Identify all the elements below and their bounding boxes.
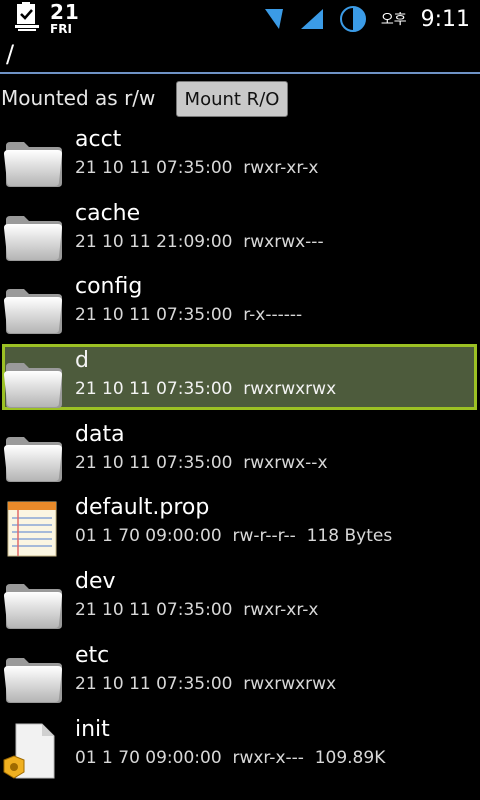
wifi-signal-icon (264, 9, 283, 29)
file-meta: 21 10 11 07:35:00 rwxr-xr-x (75, 158, 319, 178)
file-name: config (75, 274, 143, 300)
text-file-icon (2, 500, 64, 558)
file-name: acct (75, 127, 122, 152)
selection-highlight (2, 344, 477, 411)
folder-icon (2, 206, 64, 264)
date-widget: 21 FRI (50, 2, 80, 35)
file-row-d[interactable]: d 21 10 11 07:35:00 rwxrwxrwx (0, 344, 480, 421)
file-name: dev (75, 569, 116, 595)
path-bar: / (0, 38, 480, 72)
mount-row: Mounted as r/w Mount R/O (0, 76, 480, 122)
file-row-config[interactable]: config 21 10 11 07:35:00 r-x------ (0, 273, 480, 347)
file-name: d (75, 348, 89, 374)
folder-icon (2, 279, 64, 337)
file-row-dev[interactable]: dev 21 10 11 07:35:00 rwxr-xr-x (0, 568, 480, 642)
file-row-cache[interactable]: cache 21 10 11 21:09:00 rwxrwx--- (0, 200, 480, 274)
folder-icon (2, 353, 64, 411)
task-check-icon (15, 2, 39, 31)
path-divider (0, 72, 480, 74)
file-name: data (75, 421, 125, 447)
file-name: cache (75, 200, 141, 226)
current-path: / (6, 40, 15, 68)
file-name: etc (75, 642, 110, 668)
file-meta: 21 10 11 07:35:00 rwxr-xr-x (75, 600, 319, 621)
folder-icon (2, 132, 64, 190)
mount-status-label: Mounted as r/w (1, 86, 156, 110)
status-ampm: 오후 (380, 12, 407, 28)
file-name: init (75, 716, 110, 742)
status-bar-left: 21 FRI (14, 2, 80, 35)
battery-icon (339, 6, 366, 32)
status-bar: 21 FRI 오후 9:11 (0, 0, 480, 38)
executable-file-icon (2, 722, 64, 780)
file-list: acct 21 10 11 07:35:00 rwxr-xr-x cache 21 … (0, 126, 480, 789)
file-meta: 01 1 70 09:00:00 rwxr-x--- 109.89K (75, 747, 386, 768)
file-meta: 21 10 11 21:09:00 rwxrwx--- (75, 231, 324, 252)
folder-icon (2, 574, 64, 632)
file-row-data[interactable]: data 21 10 11 07:35:00 rwxrwx--x (0, 421, 480, 495)
file-row-init[interactable]: init 01 1 70 09:00:00 rwxr-x--- 109.89K (0, 716, 480, 790)
file-row-default-prop[interactable]: default.prop 01 1 70 09:00:00 rw-r--r-- 1… (0, 494, 480, 568)
status-time: 9:11 (420, 6, 470, 32)
file-meta: 21 10 11 07:35:00 rwxrwxrwx (75, 379, 337, 400)
file-row-etc[interactable]: etc 21 10 11 07:35:00 rwxrwxrwx (0, 642, 480, 716)
file-name: default.prop (75, 495, 210, 521)
date-day: 21 (50, 0, 80, 24)
cell-signal-icon (300, 9, 323, 29)
date-weekday: FRI (50, 22, 72, 36)
folder-icon (2, 427, 64, 485)
file-meta: 01 1 70 09:00:00 rw-r--r-- 118 Bytes (75, 526, 393, 547)
status-bar-right: 오후 9:11 (264, 4, 470, 34)
folder-icon (2, 648, 64, 706)
file-row-acct[interactable]: acct 21 10 11 07:35:00 rwxr-xr-x (0, 126, 480, 200)
file-meta: 21 10 11 07:35:00 rwxrwxrwx (75, 673, 337, 694)
mount-ro-button[interactable]: Mount R/O (176, 81, 288, 117)
file-meta: 21 10 11 07:35:00 rwxrwx--x (75, 452, 328, 473)
file-meta: 21 10 11 07:35:00 r-x------ (75, 305, 303, 326)
